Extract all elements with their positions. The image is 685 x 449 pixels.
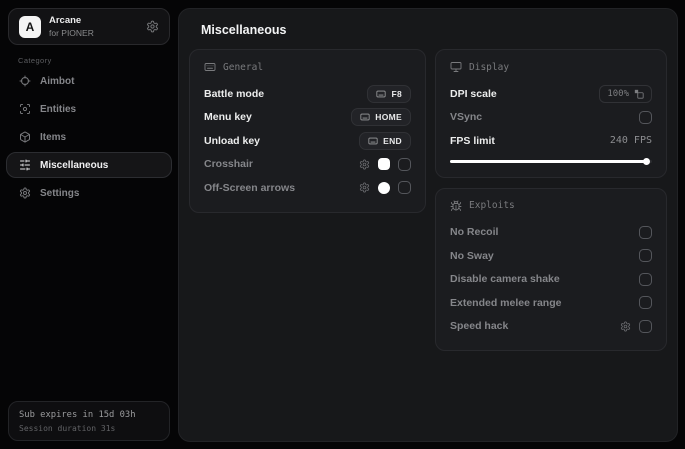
keyboard-icon — [360, 112, 370, 122]
sidebar-item-aimbot[interactable]: Aimbot — [6, 68, 172, 94]
sidebar: A Arcane for PIONER Category Aimbot Enti… — [0, 0, 178, 449]
setting-label: Unload key — [204, 134, 261, 147]
app-name: Arcane — [49, 15, 82, 26]
exploits-card: Exploits No Recoil No Sway Disable camer… — [435, 187, 667, 351]
no-recoil-checkbox[interactable] — [639, 225, 652, 239]
sidebar-nav: Aimbot Entities Items Miscellaneous Sett… — [6, 68, 172, 206]
slider-fill — [450, 159, 646, 163]
offscreen-arrows-checkbox[interactable] — [398, 181, 411, 195]
setting-row-speed-hack: Speed hack — [450, 315, 652, 339]
setting-row-no-sway: No Sway — [450, 244, 652, 268]
general-card: General Battle mode F8 Menu key HOME Unl… — [189, 49, 426, 213]
setting-label: Battle mode — [204, 87, 265, 100]
setting-label: No Recoil — [450, 226, 499, 239]
cube-icon — [19, 131, 31, 143]
keybind-button[interactable]: HOME — [351, 108, 411, 127]
keyboard-icon — [368, 136, 378, 146]
setting-label: VSync — [450, 111, 483, 124]
card-title: Exploits — [469, 200, 515, 211]
setting-row-offscreen-arrows: Off-Screen arrows — [204, 176, 411, 200]
setting-row-menu-key: Menu key HOME — [204, 106, 411, 130]
fps-limit-value: 240 FPS — [609, 135, 652, 147]
no-sway-checkbox[interactable] — [639, 249, 652, 263]
gear-icon[interactable] — [359, 159, 370, 170]
dpi-scale-select[interactable]: 100% — [599, 84, 652, 103]
gear-icon[interactable] — [146, 20, 159, 33]
setting-row-no-recoil: No Recoil — [450, 221, 652, 245]
extended-melee-range-checkbox[interactable] — [639, 296, 652, 310]
speed-hack-checkbox[interactable] — [639, 319, 652, 333]
sliders-icon — [19, 159, 31, 171]
setting-row-battle-mode: Battle mode F8 — [204, 82, 411, 106]
setting-label: Extended melee range — [450, 296, 562, 309]
fps-limit-slider[interactable] — [450, 157, 652, 165]
session-duration-text: Session duration 31s — [19, 424, 116, 433]
setting-label: Menu key — [204, 111, 252, 124]
setting-row-crosshair: Crosshair — [204, 153, 411, 177]
setting-row-fps-limit: FPS limit 240 FPS — [450, 129, 652, 153]
crosshair-checkbox[interactable] — [398, 157, 411, 171]
main-panel: Miscellaneous General Battle mode F8 Men… — [178, 8, 678, 442]
vsync-checkbox[interactable] — [639, 110, 652, 124]
gear-icon — [19, 187, 31, 199]
setting-row-vsync: VSync — [450, 106, 652, 130]
setting-label: Crosshair — [204, 158, 254, 171]
brand-card: A Arcane for PIONER — [8, 8, 170, 45]
sidebar-item-miscellaneous[interactable]: Miscellaneous — [6, 152, 172, 178]
color-swatch[interactable] — [378, 181, 390, 194]
sidebar-item-label: Settings — [40, 187, 80, 199]
category-label: Category — [18, 56, 52, 65]
subscription-info: Sub expires in 15d 03h Session duration … — [8, 401, 170, 441]
gear-icon[interactable] — [359, 182, 370, 193]
keybind-button[interactable]: END — [359, 131, 411, 150]
disable-camera-shake-checkbox[interactable] — [639, 272, 652, 286]
gear-icon[interactable] — [620, 321, 631, 332]
dpi-scale-value: 100% — [607, 88, 629, 99]
scale-icon — [634, 89, 644, 99]
keybind-value: HOME — [375, 112, 402, 123]
keyboard-icon — [376, 89, 387, 99]
setting-label: DPI scale — [450, 87, 497, 100]
setting-row-dpi-scale: DPI scale 100% — [450, 82, 652, 106]
sidebar-item-label: Entities — [40, 103, 77, 115]
display-card: Display DPI scale 100% VSync FPS limit 2… — [435, 49, 667, 178]
setting-row-unload-key: Unload key END — [204, 129, 411, 153]
setting-row-extended-melee-range: Extended melee range — [450, 291, 652, 315]
keybind-button[interactable]: F8 — [367, 84, 411, 103]
keybind-value: END — [383, 135, 402, 146]
setting-label: Disable camera shake — [450, 273, 560, 286]
app-logo: A — [19, 15, 41, 38]
color-swatch[interactable] — [378, 158, 390, 171]
app-window: A Arcane for PIONER Category Aimbot Enti… — [0, 0, 685, 449]
setting-label: No Sway — [450, 249, 494, 262]
sidebar-item-entities[interactable]: Entities — [6, 96, 172, 122]
app-subtitle: for PIONER — [49, 28, 94, 38]
slider-knob[interactable] — [642, 157, 650, 165]
card-title: Display — [469, 61, 510, 73]
keyboard-icon — [204, 61, 216, 73]
sidebar-item-items[interactable]: Items — [6, 124, 172, 150]
sidebar-item-settings[interactable]: Settings — [6, 180, 172, 206]
crosshair-icon — [19, 75, 31, 87]
setting-label: Off-Screen arrows — [204, 181, 296, 194]
sub-expiry-text: Sub expires in 15d 03h — [19, 410, 136, 420]
monitor-icon — [450, 61, 462, 73]
setting-row-disable-camera-shake: Disable camera shake — [450, 268, 652, 292]
sidebar-item-label: Miscellaneous — [40, 159, 109, 171]
keybind-value: F8 — [391, 88, 402, 99]
page-title: Miscellaneous — [201, 23, 287, 37]
scan-icon — [19, 103, 31, 115]
setting-label: FPS limit — [450, 134, 495, 147]
setting-label: Speed hack — [450, 320, 509, 333]
bug-icon — [450, 200, 462, 212]
sidebar-item-label: Aimbot — [40, 75, 75, 87]
card-title: General — [223, 61, 264, 73]
sidebar-item-label: Items — [40, 131, 67, 143]
